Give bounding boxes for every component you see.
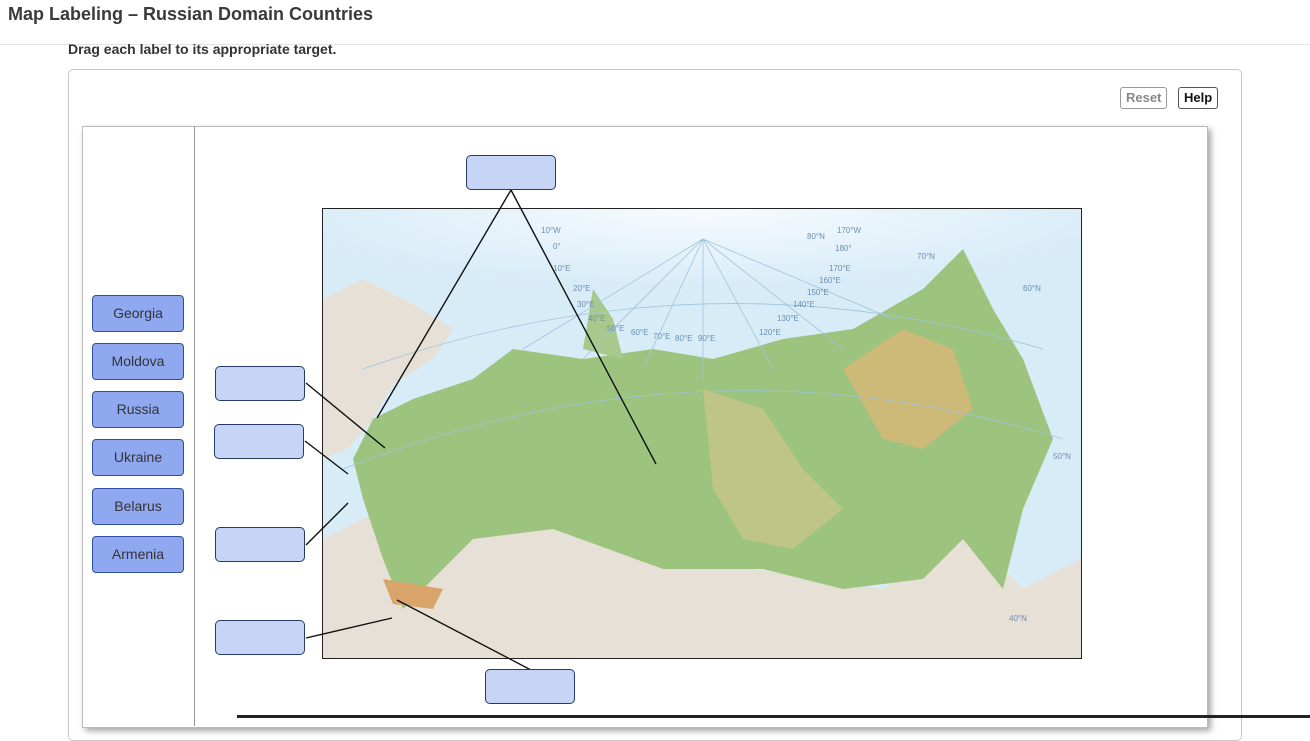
russia-physical-map: 10°W 0° 10°E 20°E 30°E 40°E 50°E 60°E 70… bbox=[322, 208, 1082, 659]
drop-target-6[interactable] bbox=[485, 669, 575, 704]
drop-target-4[interactable] bbox=[215, 527, 305, 562]
drop-target-1[interactable] bbox=[466, 155, 556, 190]
label-georgia[interactable]: Georgia bbox=[92, 295, 184, 332]
graticule-label: 130°E bbox=[777, 314, 799, 323]
help-button[interactable]: Help bbox=[1178, 87, 1219, 109]
graticule-label: 40°N bbox=[1009, 614, 1027, 623]
label-russia[interactable]: Russia bbox=[92, 391, 184, 428]
graticule-label: 40°E bbox=[588, 314, 605, 323]
graticule-label: 30°E bbox=[577, 300, 594, 309]
map-graphic: 10°W 0° 10°E 20°E 30°E 40°E 50°E 60°E 70… bbox=[323, 209, 1081, 658]
label-belarus[interactable]: Belarus bbox=[92, 488, 184, 525]
graticule-label: 80°E bbox=[675, 334, 692, 343]
graticule-label: 160°E bbox=[819, 276, 841, 285]
graticule-label: 20°E bbox=[573, 284, 590, 293]
graticule-label: 0° bbox=[553, 242, 561, 251]
graticule-label: 90°E bbox=[698, 334, 715, 343]
graticule-label: 150°E bbox=[807, 288, 829, 297]
drop-target-2[interactable] bbox=[215, 366, 305, 401]
page-title: Map Labeling – Russian Domain Countries bbox=[8, 4, 374, 24]
label-armenia[interactable]: Armenia bbox=[92, 536, 184, 573]
label-ukraine[interactable]: Ukraine bbox=[92, 439, 184, 476]
graticule-label: 70°E bbox=[653, 332, 670, 341]
instructions-text: Drag each label to its appropriate targe… bbox=[68, 41, 337, 57]
reset-button[interactable]: Reset bbox=[1120, 87, 1168, 109]
graticule-label: 10°W bbox=[541, 226, 561, 235]
graticule-label: 170°W bbox=[837, 226, 862, 235]
label-moldova[interactable]: Moldova bbox=[92, 343, 184, 380]
graticule-label: 120°E bbox=[759, 328, 781, 337]
drop-target-5[interactable] bbox=[215, 620, 305, 655]
graticule-label: 50°N bbox=[1053, 452, 1071, 461]
graticule-label: 10°E bbox=[553, 264, 570, 273]
graticule-label: 140°E bbox=[793, 300, 815, 309]
graticule-label: 80°N bbox=[807, 232, 825, 241]
graticule-label: 70°N bbox=[917, 252, 935, 261]
graticule-label: 60°E bbox=[631, 328, 648, 337]
graticule-label: 170°E bbox=[829, 264, 851, 273]
graticule-label: 60°N bbox=[1023, 284, 1041, 293]
graticule-label: 50°E bbox=[607, 324, 624, 333]
drop-target-3[interactable] bbox=[214, 424, 304, 459]
graticule-label: 180° bbox=[835, 244, 852, 253]
